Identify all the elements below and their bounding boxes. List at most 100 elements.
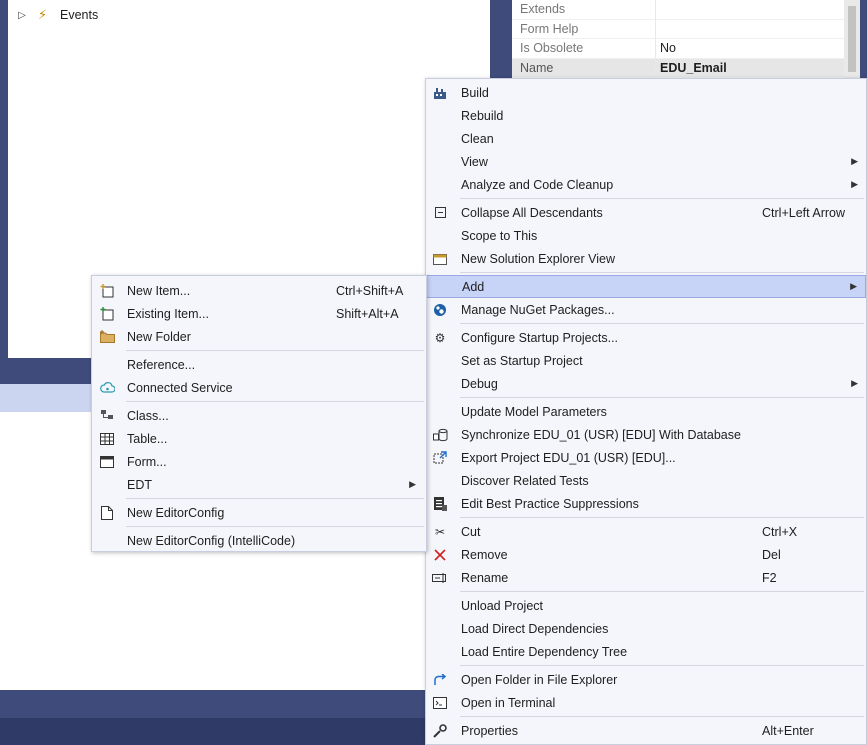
menu-label: Add xyxy=(462,279,485,294)
menu-label: Class... xyxy=(127,408,169,423)
menu-label: Set as Startup Project xyxy=(461,353,583,368)
menu-label: New EditorConfig xyxy=(127,505,225,520)
tree-item-events[interactable]: ▷ ⚡ Events xyxy=(16,4,98,26)
scrollbar-thumb[interactable] xyxy=(848,6,856,72)
menu-item-remove[interactable]: Remove Del xyxy=(426,543,866,566)
menu-item-nuget[interactable]: Manage NuGet Packages... xyxy=(426,298,866,321)
property-row[interactable]: Extends xyxy=(512,0,844,20)
menu-separator xyxy=(126,526,424,527)
menu-label: Reference... xyxy=(127,357,196,372)
menu-item-synchronize[interactable]: Synchronize EDU_01 (USR) [EDU] With Data… xyxy=(426,423,866,446)
menu-item-set-startup[interactable]: Set as Startup Project xyxy=(426,349,866,372)
menu-label: Clean xyxy=(461,131,494,146)
property-row[interactable]: Name EDU_Email xyxy=(512,58,844,78)
menu-label: New Folder xyxy=(127,329,191,344)
menu-label: Open Folder in File Explorer xyxy=(461,672,618,687)
build-icon xyxy=(432,85,448,101)
menu-item-collapse-all[interactable]: Collapse All Descendants Ctrl+Left Arrow xyxy=(426,201,866,224)
properties-scrollbar[interactable] xyxy=(844,0,860,78)
property-key: Name xyxy=(520,60,554,75)
menu-item-rename[interactable]: Rename F2 xyxy=(426,566,866,589)
property-key: Is Obsolete xyxy=(520,41,584,56)
menu-item-reference[interactable]: Reference... xyxy=(92,353,426,376)
menu-item-discover-tests[interactable]: Discover Related Tests xyxy=(426,469,866,492)
menu-item-class[interactable]: Class... xyxy=(92,404,426,427)
menu-label: Analyze and Code Cleanup xyxy=(461,177,614,192)
menu-item-scope[interactable]: Scope to This xyxy=(426,224,866,247)
export-icon xyxy=(432,450,448,466)
menu-label: Edit Best Practice Suppressions xyxy=(461,496,639,511)
wrench-icon xyxy=(432,723,448,739)
menu-item-load-tree[interactable]: Load Entire Dependency Tree xyxy=(426,640,866,663)
scissors-icon: ✂ xyxy=(434,524,446,539)
properties-grid: Extends Form Help Is Obsolete No Name ED… xyxy=(512,0,844,78)
new-item-icon xyxy=(99,283,115,299)
menu-label: Load Entire Dependency Tree xyxy=(461,644,628,659)
menu-separator xyxy=(460,198,864,199)
menu-item-new-folder[interactable]: New Folder xyxy=(92,325,426,348)
menu-item-configure-startup[interactable]: ⚙ Configure Startup Projects... xyxy=(426,326,866,349)
submenu-arrow-icon: ▶ xyxy=(851,179,858,189)
menu-item-load-direct[interactable]: Load Direct Dependencies xyxy=(426,617,866,640)
submenu-arrow-icon: ▶ xyxy=(409,479,416,489)
property-row[interactable]: Form Help xyxy=(512,19,844,39)
property-value[interactable]: EDU_Email xyxy=(655,58,844,77)
menu-label: Rebuild xyxy=(461,108,504,123)
property-row[interactable]: Is Obsolete No xyxy=(512,39,844,59)
database-sync-icon xyxy=(432,427,448,443)
collapse-icon xyxy=(432,205,448,221)
menu-separator xyxy=(126,401,424,402)
menu-item-connected-service[interactable]: Connected Service xyxy=(92,376,426,399)
menu-shortcut: F2 xyxy=(762,570,777,585)
menu-item-new-editorconfig[interactable]: New EditorConfig xyxy=(92,501,426,524)
tree-item-label: Events xyxy=(60,8,99,22)
menu-label: Update Model Parameters xyxy=(461,404,607,419)
document-icon xyxy=(99,505,115,521)
gear-icon: ⚙ xyxy=(434,330,446,345)
property-value[interactable] xyxy=(655,0,844,19)
menu-item-new-editorconfig-intellicode[interactable]: New EditorConfig (IntelliCode) xyxy=(92,529,426,552)
menu-item-table[interactable]: Table... xyxy=(92,427,426,450)
menu-separator xyxy=(460,272,864,273)
menu-label: Configure Startup Projects... xyxy=(461,330,619,345)
menu-item-view[interactable]: View ▶ xyxy=(426,150,866,173)
menu-label: Rename xyxy=(461,570,509,585)
expand-arrow-icon[interactable]: ▷ xyxy=(16,9,28,21)
menu-item-update-model[interactable]: Update Model Parameters xyxy=(426,400,866,423)
nuget-icon xyxy=(432,302,448,318)
menu-item-debug[interactable]: Debug ▶ xyxy=(426,372,866,395)
menu-shortcut: Ctrl+Left Arrow xyxy=(762,205,846,220)
property-value[interactable]: No xyxy=(655,39,844,58)
menu-item-open-folder[interactable]: Open Folder in File Explorer xyxy=(426,668,866,691)
lightning-bolt-icon: ⚡ xyxy=(38,7,48,22)
menu-separator xyxy=(460,591,864,592)
menu-item-rebuild[interactable]: Rebuild xyxy=(426,104,866,127)
menu-item-cut[interactable]: ✂ Cut Ctrl+X xyxy=(426,520,866,543)
menu-item-export[interactable]: Export Project EDU_01 (USR) [EDU]... xyxy=(426,446,866,469)
menu-item-properties[interactable]: Properties Alt+Enter xyxy=(426,719,866,742)
menu-item-analyze[interactable]: Analyze and Code Cleanup ▶ xyxy=(426,173,866,196)
menu-item-open-terminal[interactable]: Open in Terminal xyxy=(426,691,866,714)
menu-item-edit-bp[interactable]: Edit Best Practice Suppressions xyxy=(426,492,866,515)
menu-item-new-view[interactable]: New Solution Explorer View xyxy=(426,247,866,270)
menu-separator xyxy=(460,716,864,717)
menu-item-clean[interactable]: Clean xyxy=(426,127,866,150)
menu-label: Existing Item... xyxy=(127,306,209,321)
menu-shortcut: Shift+Alt+A xyxy=(336,306,399,321)
menu-item-new-item[interactable]: New Item... Ctrl+Shift+A xyxy=(92,279,426,302)
menu-item-existing-item[interactable]: Existing Item... Shift+Alt+A xyxy=(92,302,426,325)
menu-separator xyxy=(126,498,424,499)
menu-label: Build xyxy=(461,85,489,100)
menu-label: Load Direct Dependencies xyxy=(461,621,609,636)
menu-item-unload[interactable]: Unload Project xyxy=(426,594,866,617)
ide-status-bar xyxy=(0,718,430,745)
new-folder-icon xyxy=(99,329,115,345)
property-value[interactable] xyxy=(655,19,844,38)
menu-item-edt[interactable]: EDT ▶ xyxy=(92,473,426,496)
menu-item-add[interactable]: Add ▶ xyxy=(426,275,866,298)
remove-x-icon xyxy=(432,547,448,563)
menu-item-form[interactable]: Form... xyxy=(92,450,426,473)
property-key: Form Help xyxy=(520,21,579,36)
menu-label: New Solution Explorer View xyxy=(461,251,616,266)
menu-item-build[interactable]: Build xyxy=(426,81,866,104)
